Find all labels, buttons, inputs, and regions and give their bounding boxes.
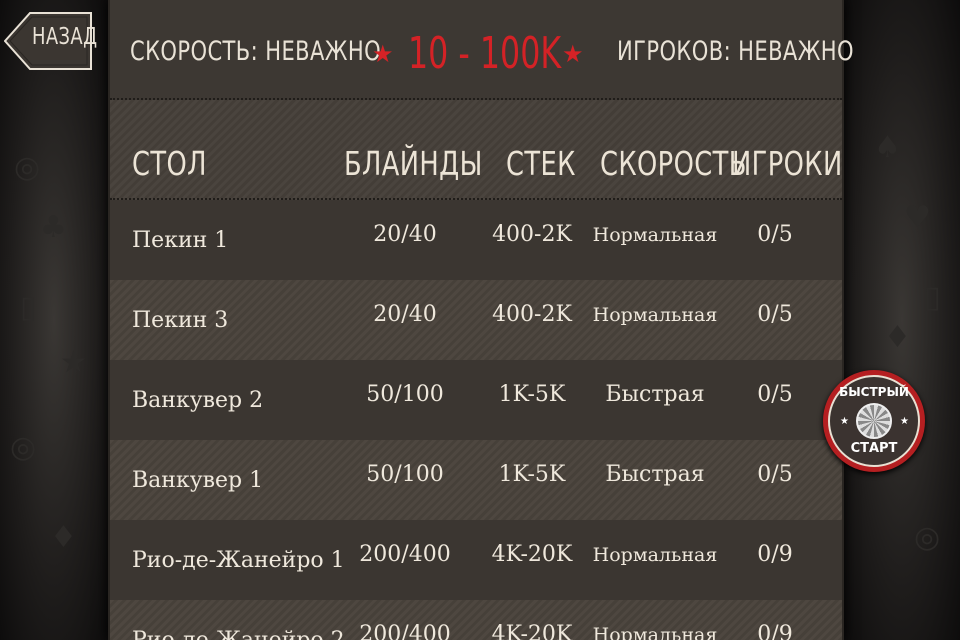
- row-speed: Нормальная: [592, 304, 718, 326]
- row-players: 0/9: [757, 622, 793, 640]
- row-speed: Нормальная: [592, 624, 718, 640]
- table-row[interactable]: Пекин 1 20/40 400-2K Нормальная 0/5: [110, 200, 842, 280]
- row-stack: 1K-5K: [498, 382, 566, 407]
- diamond-decor-icon: ♦: [884, 320, 911, 355]
- background-left: ◎ ♣ ▯ ★ ◎ ♦: [0, 0, 108, 640]
- row-stack: 4K-20K: [491, 542, 573, 567]
- row-players: 0/5: [757, 302, 793, 327]
- table-row[interactable]: Ванкувер 2 50/100 1K-5K Быстрая 0/5: [110, 360, 842, 440]
- row-name: Пекин 3: [132, 308, 229, 333]
- table-row[interactable]: Рио-де-Жанейро 2 200/400 4K-20K Нормальн…: [110, 600, 842, 640]
- back-button[interactable]: НАЗАД: [3, 12, 97, 70]
- quick-start-line2: СТАРТ: [850, 441, 898, 456]
- chip-decor-icon: ◎: [10, 430, 37, 465]
- row-name: Рио-де-Жанейро 2: [132, 628, 345, 640]
- star-icon: ★: [372, 40, 394, 68]
- heart-decor-icon: ♥: [904, 200, 931, 235]
- club-decor-icon: ♣: [40, 210, 67, 245]
- table-row[interactable]: Пекин 3 20/40 400-2K Нормальная 0/5: [110, 280, 842, 360]
- star-icon: ★: [840, 416, 849, 427]
- stake-range-filter[interactable]: 10 - 100K: [408, 28, 561, 79]
- quick-start-badge: БЫСТРЫЙ ★ ★ СТАРТ: [828, 375, 920, 467]
- row-blinds: 50/100: [366, 382, 444, 407]
- row-name: Пекин 1: [132, 228, 229, 253]
- header-blinds[interactable]: БЛАЙНДЫ: [344, 144, 483, 183]
- back-label: НАЗАД: [32, 24, 98, 50]
- table-header: СТОЛ БЛАЙНДЫ СТЕК СКОРОСТЬ ИГРОКИ: [110, 100, 842, 200]
- row-stack: 400-2K: [492, 222, 572, 247]
- header-name[interactable]: СТОЛ: [132, 144, 207, 183]
- poker-chip-icon: [856, 403, 892, 439]
- row-blinds: 50/100: [366, 462, 444, 487]
- row-blinds: 20/40: [373, 222, 437, 247]
- star-decor-icon: ★: [60, 345, 87, 380]
- diamond-decor-icon: ♦: [50, 520, 77, 555]
- star-icon: ★: [900, 416, 909, 427]
- players-filter[interactable]: ИГРОКОВ: НЕВАЖНО: [617, 36, 854, 67]
- header-stack[interactable]: СТЕК: [506, 144, 576, 183]
- row-stack: 4K-20K: [491, 622, 573, 640]
- row-name: Рио-де-Жанейро 1: [132, 548, 345, 573]
- table-row[interactable]: Ванкувер 1 50/100 1K-5K Быстрая 0/5: [110, 440, 842, 520]
- quick-start-button[interactable]: БЫСТРЫЙ ★ ★ СТАРТ: [823, 370, 925, 472]
- chip-decor-icon: ◎: [14, 150, 41, 185]
- row-stack: 400-2K: [492, 302, 572, 327]
- row-players: 0/5: [757, 382, 793, 407]
- row-blinds: 200/400: [359, 542, 451, 567]
- row-stack: 1K-5K: [498, 462, 566, 487]
- filter-bar: СКОРОСТЬ: НЕВАЖНО ★ 10 - 100K ★ ИГРОКОВ:…: [110, 0, 854, 100]
- row-blinds: 20/40: [373, 302, 437, 327]
- row-players: 0/5: [757, 222, 793, 247]
- lobby-panel: СКОРОСТЬ: НЕВАЖНО ★ 10 - 100K ★ ИГРОКОВ:…: [108, 0, 854, 640]
- row-blinds: 200/400: [359, 622, 451, 640]
- row-speed: Быстрая: [605, 462, 705, 487]
- row-name: Ванкувер 2: [132, 388, 264, 413]
- spade-decor-icon: ♠: [874, 130, 901, 165]
- row-players: 0/5: [757, 462, 793, 487]
- row-speed: Нормальная: [592, 224, 718, 246]
- row-speed: Быстрая: [605, 382, 705, 407]
- chip-decor-icon: ◎: [914, 520, 941, 555]
- star-icon: ★: [562, 40, 584, 68]
- header-players[interactable]: ИГРОКИ: [732, 144, 843, 183]
- background-right: ♠ ♥ ▯ ♦ ◎: [844, 0, 960, 640]
- row-speed: Нормальная: [592, 544, 718, 566]
- header-speed[interactable]: СКОРОСТЬ: [600, 144, 747, 183]
- row-name: Ванкувер 1: [132, 468, 264, 493]
- card-decor-icon: ▯: [20, 290, 37, 325]
- speed-filter[interactable]: СКОРОСТЬ: НЕВАЖНО: [130, 36, 381, 67]
- card-decor-icon: ▯: [924, 280, 941, 315]
- quick-start-line1: БЫСТРЫЙ: [839, 385, 909, 399]
- table-row[interactable]: Рио-де-Жанейро 1 200/400 4K-20K Нормальн…: [110, 520, 842, 600]
- row-players: 0/9: [757, 542, 793, 567]
